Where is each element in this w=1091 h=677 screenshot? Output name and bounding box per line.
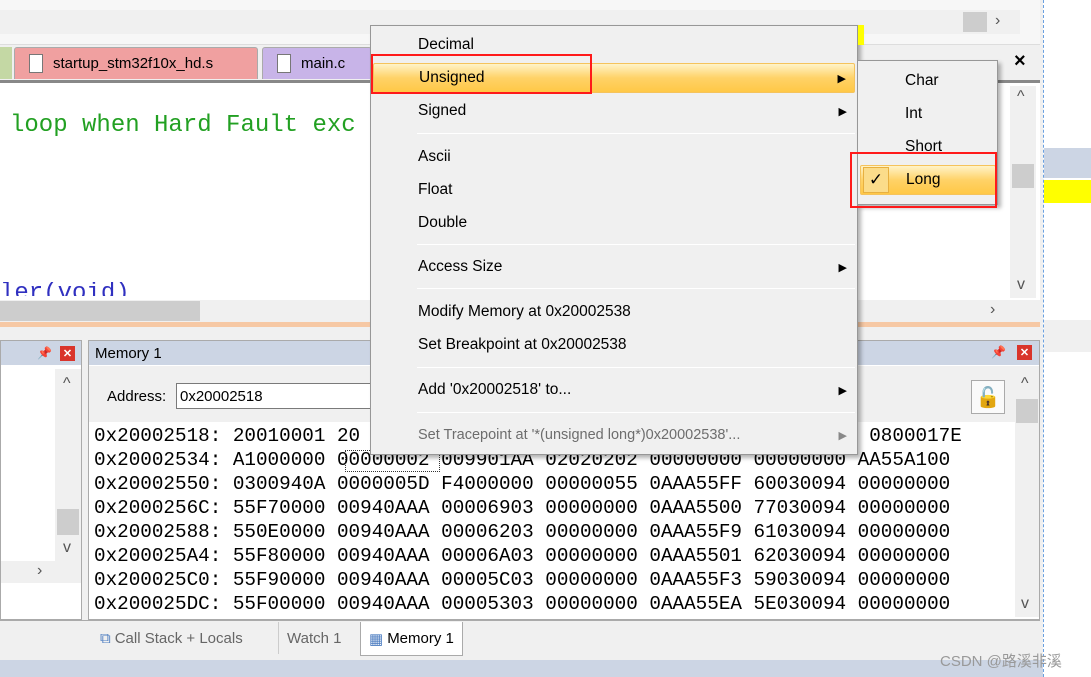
- menu-item-signed[interactable]: Signed ▶: [373, 96, 855, 126]
- memory-row[interactable]: 0x20002588: 550E0000 00940AAA 00006203 0…: [94, 520, 950, 544]
- menu-separator: [417, 367, 855, 368]
- scrollbar-thumb[interactable]: [1012, 164, 1034, 188]
- scroll-down-icon[interactable]: v: [1017, 276, 1025, 294]
- submenu-arrow-icon: ▶: [838, 261, 847, 274]
- tab-main-c[interactable]: main.c: [262, 47, 372, 79]
- menu-item-set-breakpoint[interactable]: Set Breakpoint at 0x20002538: [373, 330, 855, 360]
- annotation-box-long: [850, 152, 997, 208]
- menu-separator: [417, 412, 855, 413]
- annotation-box-unsigned: [371, 54, 592, 94]
- pin-icon[interactable]: 📌: [37, 346, 52, 360]
- menu-separator: [417, 244, 855, 245]
- right-panel: [1043, 0, 1091, 677]
- submenu-arrow-icon: ▶: [838, 429, 847, 442]
- scrollbar-thumb[interactable]: [0, 301, 200, 321]
- file-icon: [277, 54, 291, 73]
- submenu-arrow-icon: ▶: [838, 384, 847, 397]
- menu-item-set-tracepoint: Set Tracepoint at '*(unsigned long*)0x20…: [418, 427, 847, 443]
- close-editor-button[interactable]: ×: [1014, 50, 1026, 73]
- tab-label: main.c: [301, 55, 346, 72]
- vertical-scrollbar[interactable]: ^ v: [55, 369, 81, 569]
- close-icon[interactable]: ✕: [60, 345, 75, 361]
- left-panel: 📌 ✕ ^ v ›: [0, 340, 82, 620]
- watermark: CSDN @路溪非溪: [940, 653, 1062, 670]
- menu-item-ascii[interactable]: Ascii: [373, 142, 855, 172]
- scroll-up-icon[interactable]: ^: [1017, 88, 1025, 106]
- code-line-partial: ler(void): [0, 282, 130, 296]
- lock-icon[interactable]: 🔓: [971, 380, 1005, 414]
- scroll-right-icon[interactable]: ›: [990, 301, 995, 319]
- submenu-arrow-icon: ▶: [837, 72, 846, 85]
- memory-vertical-scrollbar[interactable]: ^ v: [1015, 371, 1039, 617]
- editor-vertical-scrollbar[interactable]: ^ v: [1010, 86, 1036, 298]
- memory-row[interactable]: 0x200025A4: 55F80000 00940AAA 00006A03 0…: [94, 544, 950, 568]
- call-stack-icon: ⧉: [100, 629, 111, 647]
- close-icon[interactable]: ✕: [1017, 345, 1032, 360]
- address-label: Address:: [107, 388, 167, 405]
- memory-row[interactable]: 0x2000256C: 55F70000 00940AAA 00006903 0…: [94, 496, 950, 520]
- scrollbar-thumb[interactable]: [963, 12, 987, 32]
- tab-startup-file[interactable]: startup_stm32f10x_hd.s: [14, 47, 258, 79]
- menu-item-double[interactable]: Double: [373, 208, 855, 238]
- menu-item-float[interactable]: Float: [373, 175, 855, 205]
- menu-item-modify-memory[interactable]: Modify Memory at 0x20002538: [373, 297, 855, 327]
- tab-call-stack[interactable]: ⧉ Call Stack + Locals: [92, 622, 251, 654]
- memory-row[interactable]: 0x200025DC: 55F00000 00940AAA 00005303 0…: [94, 592, 950, 616]
- tab-partial[interactable]: [0, 47, 12, 79]
- tab-watch[interactable]: Watch 1: [278, 622, 349, 654]
- tab-memory[interactable]: ▦ Memory 1: [360, 622, 463, 656]
- submenu-item-int[interactable]: Int: [860, 99, 996, 129]
- memory-row[interactable]: 0x200025C0: 55F90000 00940AAA 00005C03 0…: [94, 568, 950, 592]
- highlighted-line: [1044, 180, 1091, 203]
- memory-row[interactable]: 0x20002550: 0300940A 0000005D F4000000 0…: [94, 472, 950, 496]
- tab-label: startup_stm32f10x_hd.s: [53, 55, 214, 72]
- memory-icon: ▦: [369, 630, 384, 648]
- submenu-item-char[interactable]: Char: [860, 66, 996, 96]
- pin-icon[interactable]: 📌: [991, 345, 1006, 359]
- code-line: loop when Hard Fault exc: [10, 112, 356, 139]
- menu-separator: [417, 133, 855, 134]
- submenu-arrow-icon: ▶: [838, 105, 847, 118]
- scroll-right-icon[interactable]: ›: [995, 12, 1000, 30]
- menu-item-access-size[interactable]: Access Size ▶: [373, 252, 855, 282]
- panel-title: Memory 1: [95, 344, 162, 362]
- menu-item-add-to[interactable]: Add '0x20002518' to... ▶: [373, 375, 855, 405]
- file-icon: [29, 54, 43, 73]
- horizontal-scrollbar[interactable]: ›: [1, 561, 81, 583]
- menu-separator: [417, 288, 855, 289]
